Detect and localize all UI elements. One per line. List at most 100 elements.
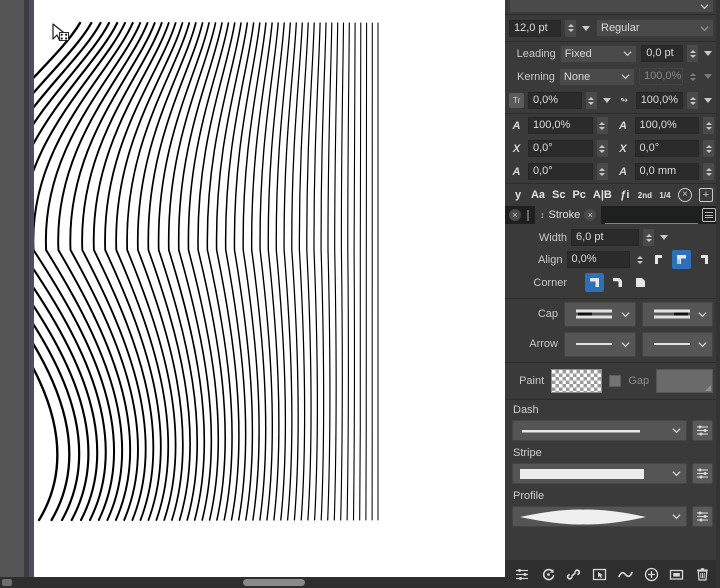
stroke-align-stepper[interactable] [634, 251, 645, 268]
skew-row[interactable]: X 0,0° X 0,0° [505, 137, 720, 160]
profile-preview-combo[interactable] [512, 506, 687, 527]
rectangle-icon[interactable] [669, 566, 686, 583]
tracking-preset-caret[interactable] [601, 92, 613, 109]
add-circle-icon[interactable] [643, 566, 660, 583]
panel-bottom-toolbar[interactable] [505, 560, 720, 588]
rotate-input[interactable]: 0,0° [528, 163, 593, 180]
dash-settings-sliders-icon[interactable] [692, 420, 713, 441]
stroke-width-preset-caret[interactable] [658, 229, 670, 246]
typo-glyph-ab[interactable]: A|B [593, 188, 612, 202]
tab-stroke[interactable]: ↕ Stroke × [535, 206, 602, 224]
tabbar-grip[interactable] [527, 209, 529, 221]
dash-row[interactable] [505, 418, 720, 443]
baseline-shift-input[interactable]: 0,0 mm [634, 163, 699, 180]
stroke-cap-row[interactable]: Cap [505, 299, 720, 329]
stroke-align-input[interactable]: 0,0% [566, 251, 630, 268]
tracking-row[interactable]: Tr 0,0% ↬ 100,0% [505, 88, 720, 113]
arrow-start-combo[interactable] [564, 331, 636, 357]
corner-bevel-button[interactable] [631, 273, 650, 292]
link-icon[interactable] [566, 566, 583, 583]
font-size-input[interactable]: 12,0 pt [509, 19, 561, 37]
scale-vertical-stepper[interactable] [703, 117, 714, 134]
profile-settings-sliders-icon[interactable] [692, 506, 713, 527]
tabbar-close-icon[interactable]: × [509, 209, 521, 221]
leading-mode-combo[interactable]: Fixed [559, 44, 638, 63]
font-size-style-row[interactable]: 12,0 pt Regular [505, 15, 720, 41]
skew-x-stepper[interactable] [596, 140, 608, 157]
scale-horizontal-stepper[interactable] [596, 117, 608, 134]
stroke-corner-row[interactable]: Corner [505, 271, 720, 294]
typo-glyph-2nd[interactable]: 2nd [638, 188, 652, 202]
horizontal-scale-input[interactable]: 100,0% [635, 92, 683, 109]
corner-miter-button[interactable] [585, 273, 604, 292]
cap-end-combo[interactable] [641, 301, 713, 327]
hamburger-menu-icon[interactable] [702, 208, 716, 222]
align-inside-button[interactable] [649, 250, 668, 269]
baseline-shift-stepper[interactable] [703, 163, 714, 180]
sliders-icon[interactable] [514, 566, 531, 583]
stripe-settings-sliders-icon[interactable] [692, 463, 713, 484]
typo-glyph-fi[interactable]: ƒi [619, 188, 631, 202]
font-size-preset-caret[interactable] [580, 20, 592, 37]
paint-swatch[interactable] [551, 369, 603, 393]
vector-artwork[interactable] [34, 0, 505, 577]
trash-icon[interactable] [694, 566, 711, 583]
typo-glyph-y[interactable]: y [512, 188, 524, 202]
tab-stroke-close-icon[interactable]: × [584, 209, 597, 221]
stroke-arrow-row[interactable]: Arrow [505, 329, 720, 359]
horizontal-scale-stepper[interactable] [687, 92, 698, 109]
wave-icon[interactable] [617, 566, 634, 583]
kerning-mode-combo[interactable]: None [558, 67, 635, 86]
corner-round-button[interactable] [608, 273, 627, 292]
skew-x-input[interactable]: 0,0° [528, 140, 593, 157]
leading-preset-caret[interactable] [702, 45, 714, 62]
leading-stepper[interactable] [687, 45, 699, 62]
dash-preview-combo[interactable] [512, 420, 687, 441]
skew-y-input[interactable]: 0,0° [634, 140, 699, 157]
arrow-end-combo[interactable] [641, 331, 713, 357]
gap-swatch[interactable] [656, 369, 713, 393]
tracking-stepper[interactable] [585, 92, 597, 109]
rotate-stepper[interactable] [596, 163, 608, 180]
document-page[interactable] [34, 0, 505, 577]
stroke-paint-row[interactable]: Paint Gap [505, 363, 720, 399]
rotate-baseline-row[interactable]: A 0,0° A 0,0 mm [505, 160, 720, 183]
kerning-value-input[interactable]: 100,0% [639, 68, 683, 85]
scale-row[interactable]: A 100,0% A 100,0% [505, 114, 720, 137]
stroke-width-input[interactable]: 6,0 pt [571, 229, 639, 246]
font-style-combo[interactable]: Regular [596, 19, 714, 37]
typo-glyph-aa[interactable]: Aa [531, 188, 545, 202]
profile-row[interactable] [505, 504, 720, 529]
refresh-icon[interactable] [540, 566, 557, 583]
stroke-width-stepper[interactable] [643, 229, 654, 246]
tracking-input[interactable]: 0,0% [528, 92, 582, 109]
horizontal-scrollbar[interactable] [0, 577, 505, 588]
typography-feature-strip[interactable]: y Aa Sc Pc A|B ƒi 2nd 1/4 × + [505, 184, 720, 206]
horizontal-scroll-thumb[interactable] [243, 579, 305, 586]
document-canvas[interactable] [0, 0, 505, 588]
typography-clear-icon[interactable]: × [677, 188, 692, 202]
cap-start-combo[interactable] [564, 301, 636, 327]
typo-glyph-fraction[interactable]: 1/4 [659, 188, 671, 202]
typo-glyph-sc[interactable]: Sc [552, 188, 565, 202]
font-family-row[interactable] [505, 0, 720, 14]
horizontal-scale-caret[interactable] [702, 92, 714, 109]
stroke-width-row[interactable]: Width 6,0 pt [505, 224, 720, 248]
stripe-row[interactable] [505, 461, 720, 486]
kerning-stepper[interactable] [687, 68, 698, 85]
leading-row[interactable]: Leading Fixed 0,0 pt [505, 42, 720, 65]
select-box-icon[interactable] [591, 566, 608, 583]
scale-horizontal-input[interactable]: 100,0% [528, 117, 593, 134]
scroll-left-marker[interactable] [2, 579, 12, 586]
gap-checkbox[interactable] [609, 375, 622, 387]
align-center-button[interactable] [672, 250, 691, 269]
scale-vertical-input[interactable]: 100,0% [634, 117, 699, 134]
typography-add-icon[interactable]: + [698, 188, 713, 202]
panel-tabbar[interactable]: × ↕ Stroke × [505, 206, 720, 224]
font-size-stepper[interactable] [565, 19, 576, 37]
stripe-preview-combo[interactable] [512, 463, 687, 484]
align-outside-button[interactable] [695, 250, 714, 269]
stroke-align-row[interactable]: Align 0,0% [505, 248, 720, 271]
leading-value-input[interactable]: 0,0 pt [641, 45, 684, 62]
kerning-preset-caret[interactable] [702, 68, 714, 85]
